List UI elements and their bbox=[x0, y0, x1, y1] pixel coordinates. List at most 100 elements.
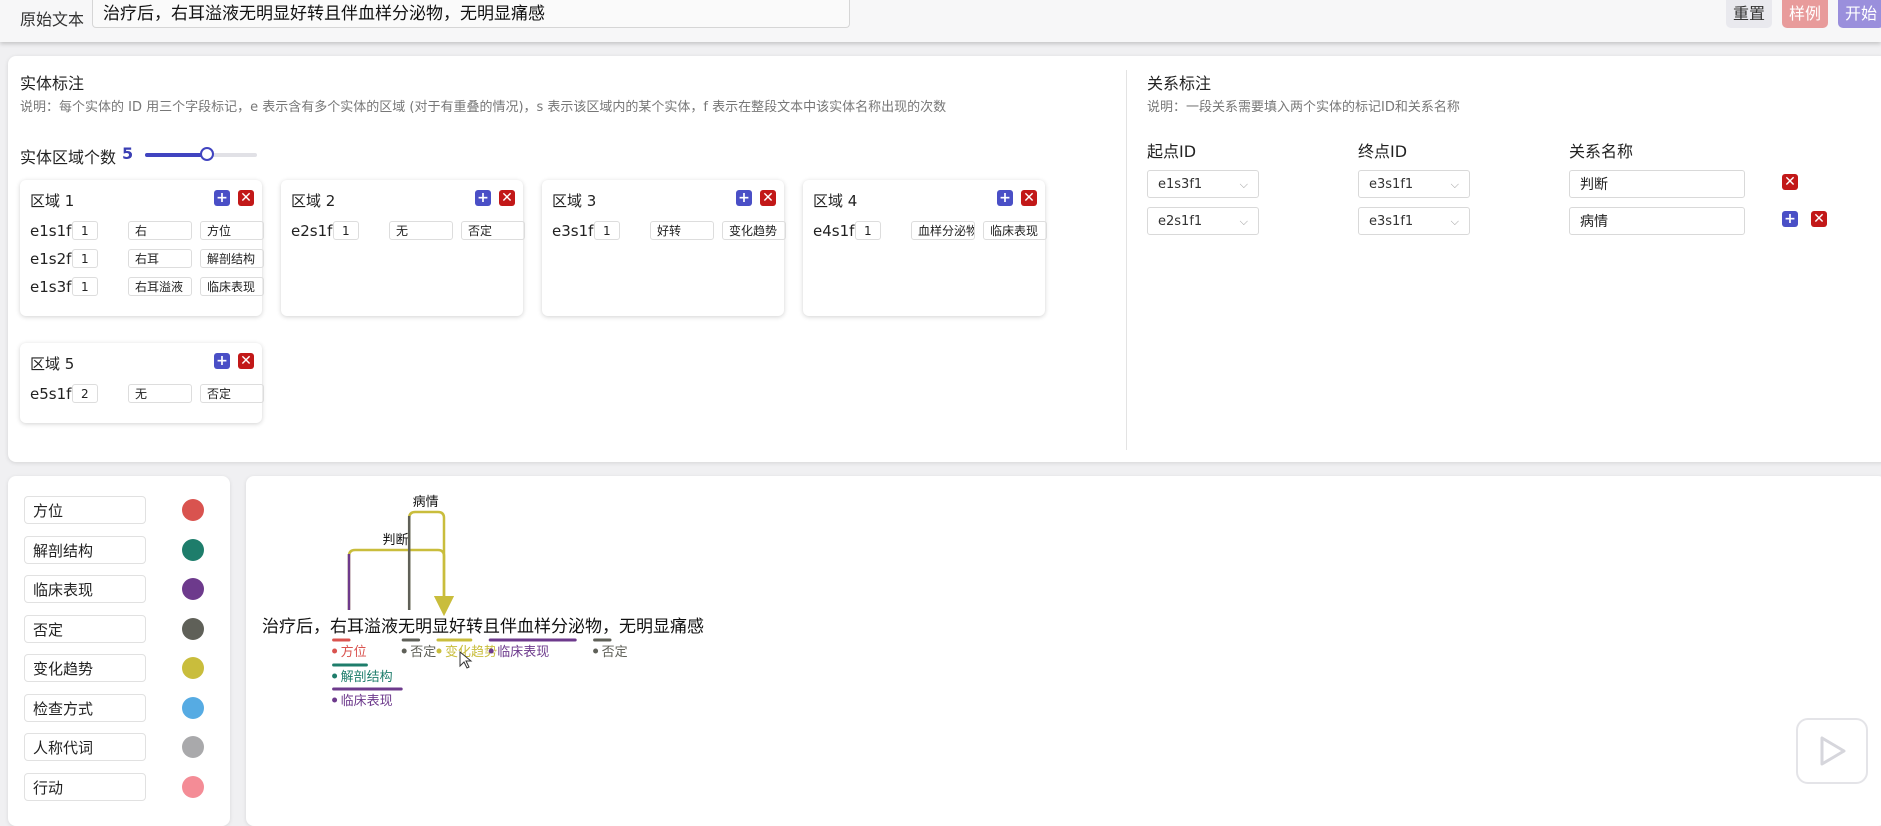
legend-color-swatch[interactable] bbox=[182, 499, 204, 521]
entity-label-bullet bbox=[332, 648, 338, 654]
entity-row: e1s3f 1 右耳溢液 临床表现 bbox=[30, 277, 264, 298]
legend-color-swatch[interactable] bbox=[182, 696, 204, 719]
close-icon: ✕ bbox=[1813, 211, 1825, 227]
entity-type-input[interactable]: 临床表现 bbox=[200, 277, 264, 296]
reset-button[interactable]: 重置 bbox=[1726, 0, 1772, 28]
delete-region-button[interactable]: ✕ bbox=[238, 190, 254, 206]
relation-start-value: e1s3f1 bbox=[1158, 177, 1203, 192]
delete-region-button[interactable]: ✕ bbox=[499, 190, 515, 206]
entity-type-input[interactable]: 变化趋势 bbox=[722, 221, 786, 240]
legend-color-swatch[interactable] bbox=[182, 617, 204, 640]
plus-icon: + bbox=[216, 353, 228, 369]
relation-name-input[interactable]: 判断 bbox=[1569, 170, 1745, 198]
relation-section-title: 关系标注 bbox=[1147, 74, 1212, 93]
entity-occurrence-input[interactable]: 1 bbox=[72, 277, 98, 296]
entity-label-bullet bbox=[488, 648, 494, 654]
entity-label-bullet bbox=[593, 648, 599, 654]
entity-type-input[interactable]: 否定 bbox=[461, 221, 525, 240]
entity-occurrence-input[interactable]: 1 bbox=[333, 221, 359, 240]
region-title: 区域 3 bbox=[552, 192, 597, 210]
legend-color-swatch[interactable] bbox=[182, 538, 204, 561]
legend-item[interactable]: 变化趋势 bbox=[24, 654, 146, 682]
sentence-text: 治疗后，右耳溢液无明显好转且伴血样分泌物，无明显痛感 bbox=[262, 617, 704, 637]
entity-name-input[interactable]: 好转 bbox=[650, 221, 714, 240]
entity-name-input[interactable]: 右 bbox=[128, 221, 192, 240]
delete-region-button[interactable]: ✕ bbox=[1021, 190, 1037, 206]
legend-item[interactable]: 行动 bbox=[24, 772, 146, 801]
region-count-value: 5 bbox=[122, 144, 134, 163]
delete-region-button[interactable]: ✕ bbox=[760, 190, 776, 206]
entity-id: e1s1f bbox=[30, 222, 72, 240]
entity-id: e1s2f bbox=[30, 250, 72, 268]
entity-occurrence-input[interactable]: 1 bbox=[72, 221, 98, 240]
plus-icon: + bbox=[999, 190, 1011, 206]
relation-name-header: 关系名称 bbox=[1569, 142, 1634, 161]
relation-end-select[interactable]: e3s1f1 ⌵ bbox=[1358, 207, 1470, 235]
original-text-input[interactable]: 治疗后，右耳溢液无明显好转且伴血样分泌物，无明显痛感 bbox=[92, 0, 850, 28]
original-text-label: 原始文本 bbox=[20, 10, 85, 29]
play-video-button[interactable] bbox=[1796, 718, 1868, 784]
entity-name-input[interactable]: 无 bbox=[389, 221, 453, 240]
legend-color-swatch[interactable] bbox=[182, 657, 204, 679]
entity-label-bullet bbox=[436, 648, 442, 654]
entity-id: e3s1f bbox=[552, 222, 594, 240]
entity-label: 方位 bbox=[341, 644, 367, 660]
entity-type-input[interactable]: 临床表现 bbox=[983, 221, 1047, 240]
close-icon: ✕ bbox=[1784, 174, 1796, 190]
entity-label: 否定 bbox=[602, 645, 628, 660]
add-entity-button[interactable]: + bbox=[475, 190, 491, 206]
add-entity-button[interactable]: + bbox=[736, 190, 752, 206]
entity-id: e4s1f bbox=[813, 222, 855, 240]
relation-start-select[interactable]: e1s3f1 ⌵ bbox=[1147, 170, 1259, 198]
region-title: 区域 1 bbox=[30, 192, 75, 210]
entity-occurrence-input[interactable]: 2 bbox=[72, 384, 98, 403]
relation-end-select[interactable]: e3s1f1 ⌵ bbox=[1358, 170, 1470, 198]
entity-name-input[interactable]: 无 bbox=[128, 384, 192, 403]
entity-label: 临床表现 bbox=[497, 645, 549, 660]
relation-name-input[interactable]: 病情 bbox=[1569, 207, 1745, 235]
sample-button[interactable]: 样例 bbox=[1782, 0, 1828, 28]
relation-start-select[interactable]: e2s1f1 ⌵ bbox=[1147, 207, 1259, 235]
entity-type-input[interactable]: 解剖结构 bbox=[200, 249, 264, 268]
add-entity-button[interactable]: + bbox=[214, 190, 230, 206]
entity-name-input[interactable]: 右耳溢液 bbox=[128, 277, 192, 296]
entity-name-input[interactable]: 右耳 bbox=[128, 249, 192, 268]
entity-label: 临床表现 bbox=[341, 694, 393, 709]
relation-end-value: e3s1f1 bbox=[1369, 177, 1414, 192]
start-button[interactable]: 开始 bbox=[1838, 0, 1881, 28]
legend-item[interactable]: 方位 bbox=[24, 496, 146, 524]
entity-occurrence-input[interactable]: 1 bbox=[855, 221, 881, 240]
entity-occurrence-input[interactable]: 1 bbox=[72, 249, 98, 268]
region-count-slider[interactable] bbox=[145, 147, 257, 161]
slider-handle[interactable] bbox=[199, 147, 214, 161]
add-relation-button[interactable]: + bbox=[1782, 211, 1798, 227]
entity-type-input[interactable]: 否定 bbox=[200, 384, 264, 403]
region-count-label: 实体区域个数 bbox=[20, 148, 117, 167]
legend-color-swatch[interactable] bbox=[182, 578, 204, 600]
legend-item[interactable]: 临床表现 bbox=[24, 575, 146, 603]
entity-type-input[interactable]: 方位 bbox=[200, 221, 264, 240]
entity-name-input[interactable]: 血样分泌物 bbox=[911, 221, 975, 240]
add-entity-button[interactable]: + bbox=[214, 353, 230, 369]
delete-relation-button[interactable]: ✕ bbox=[1811, 211, 1827, 227]
plus-icon: + bbox=[738, 190, 750, 206]
entity-label-bullet bbox=[332, 673, 338, 679]
entity-row: e1s2f 1 右耳 解剖结构 bbox=[30, 249, 264, 270]
entity-occurrence-input[interactable]: 1 bbox=[594, 221, 620, 240]
entity-row: e2s1f 1 无否定 bbox=[291, 221, 525, 242]
legend-color-swatch[interactable] bbox=[182, 775, 204, 798]
entity-label-bullet bbox=[332, 697, 338, 703]
legend-color-swatch[interactable] bbox=[182, 736, 204, 758]
entity-section-title: 实体标注 bbox=[20, 74, 85, 93]
legend-item[interactable]: 检查方式 bbox=[24, 693, 146, 722]
legend-item[interactable]: 否定 bbox=[24, 614, 146, 643]
add-entity-button[interactable]: + bbox=[997, 190, 1013, 206]
relation-label: 病情 bbox=[413, 495, 439, 510]
chevron-down-icon: ⌵ bbox=[1239, 178, 1248, 191]
legend-item[interactable]: 解剖结构 bbox=[24, 535, 146, 564]
entity-id: e1s3f bbox=[30, 278, 72, 296]
delete-relation-button[interactable]: ✕ bbox=[1782, 174, 1798, 190]
relation-start-header: 起点ID bbox=[1147, 142, 1197, 161]
delete-region-button[interactable]: ✕ bbox=[238, 353, 254, 369]
legend-item[interactable]: 人称代词 bbox=[24, 733, 146, 761]
